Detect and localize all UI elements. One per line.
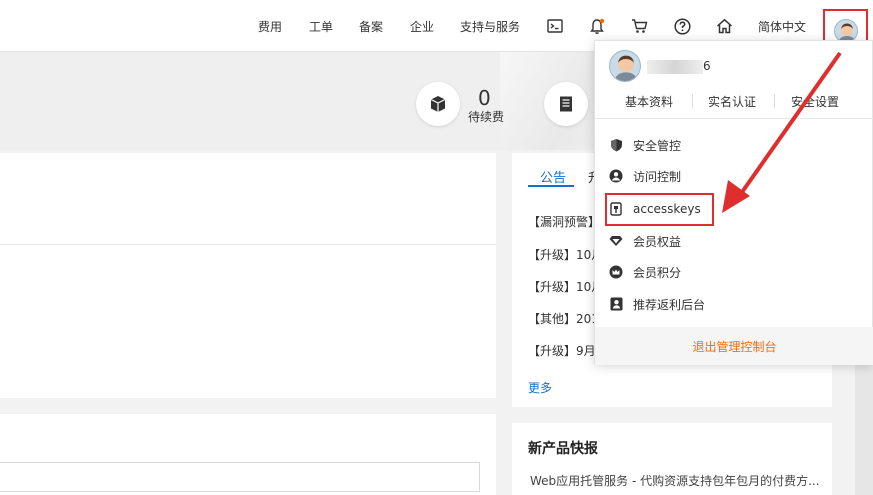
nav-tickets[interactable]: 工单 — [309, 18, 333, 35]
link-basic-profile[interactable]: 基本资料 — [625, 93, 673, 110]
new-product-item[interactable]: Web应用托管服务 - 代购资源支持包年包月的付费方... — [530, 472, 820, 489]
notice-item[interactable]: 【升级】10月 — [528, 278, 603, 295]
avatar[interactable] — [833, 18, 858, 43]
menu-item-label: 安全管控 — [633, 138, 682, 153]
home-icon[interactable] — [715, 17, 733, 35]
notice-item[interactable]: 【升级】9月 — [528, 342, 596, 359]
logout-button[interactable]: 退出管理控制台 — [595, 327, 873, 365]
renew-count: 0 — [478, 86, 491, 110]
username-suffix: 6 — [703, 59, 711, 73]
link-real-name-auth[interactable]: 实名认证 — [708, 93, 756, 110]
notice-item[interactable]: 【其他】201 — [528, 310, 599, 327]
separator — [692, 94, 693, 108]
menu-item-label: 访问控制 — [633, 169, 682, 184]
help-icon[interactable] — [673, 17, 691, 35]
renew-label[interactable]: 待续费 — [468, 108, 504, 125]
menu-item-label: 推荐返利后台 — [633, 297, 706, 312]
more-link[interactable]: 更多 — [528, 379, 552, 396]
language-switch[interactable]: 简体中文 — [758, 18, 806, 35]
username-blurred — [647, 60, 703, 74]
dropdown-avatar — [609, 50, 641, 82]
cart-icon[interactable] — [630, 17, 648, 35]
menu-item-member-points[interactable]: 会员积分 — [609, 262, 681, 282]
link-security-settings[interactable]: 安全设置 — [791, 93, 839, 110]
diamond-icon — [609, 234, 623, 248]
separator — [774, 94, 775, 108]
menu-item-member-benefits[interactable]: 会员权益 — [609, 231, 681, 251]
card-divider — [0, 244, 496, 245]
terminal-icon[interactable] — [546, 17, 564, 35]
annotation-highlight — [605, 193, 714, 226]
nav-filing[interactable]: 备案 — [359, 18, 383, 35]
tab-active-indicator — [528, 185, 574, 187]
nav-support[interactable]: 支持与服务 — [460, 18, 520, 35]
nav-fees[interactable]: 费用 — [258, 18, 282, 35]
tab-announcement[interactable]: 公告 — [540, 167, 566, 186]
portrait-icon — [609, 297, 623, 311]
main-card — [0, 153, 496, 398]
notice-item[interactable]: 【升级】10月 — [528, 246, 603, 263]
nav-enterprise[interactable]: 企业 — [410, 18, 434, 35]
bell-icon[interactable] — [588, 17, 606, 35]
divider — [595, 118, 873, 119]
menu-item-label: 会员积分 — [633, 265, 682, 280]
shield-icon — [609, 138, 623, 152]
menu-item-security-control[interactable]: 安全管控 — [609, 135, 681, 155]
search-input[interactable] — [0, 462, 480, 492]
document-icon — [544, 82, 588, 126]
notice-item[interactable]: 【漏洞预警】 — [528, 213, 600, 230]
package-icon — [416, 82, 460, 126]
menu-item-access-control[interactable]: 访问控制 — [609, 166, 681, 186]
menu-item-label: 会员权益 — [633, 234, 682, 249]
menu-item-referral[interactable]: 推荐返利后台 — [609, 294, 705, 314]
crown-icon — [609, 265, 623, 279]
user-circle-icon — [609, 169, 623, 183]
new-products-title: 新产品快报 — [528, 441, 598, 457]
